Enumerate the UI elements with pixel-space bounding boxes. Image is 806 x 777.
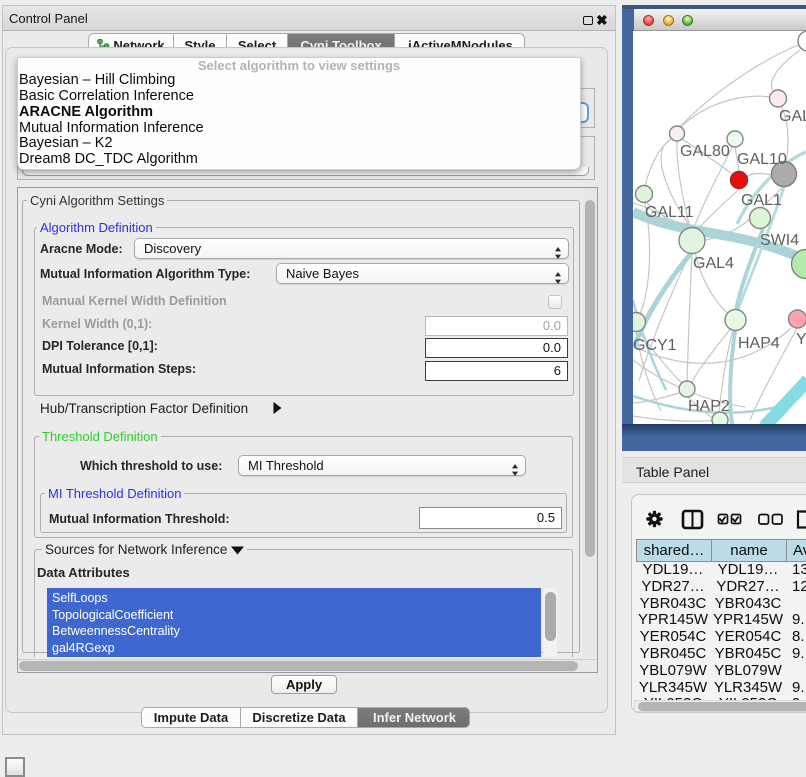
svg-text:GAL1: GAL1 [741, 192, 782, 209]
svg-text:GAL80: GAL80 [680, 143, 730, 160]
svg-text:GAL: GAL [779, 108, 806, 125]
svg-text:HAP4: HAP4 [738, 335, 780, 352]
svg-text:GCY1: GCY1 [633, 337, 677, 354]
svg-text:HAP2: HAP2 [688, 398, 730, 415]
svg-text:GAL10: GAL10 [737, 151, 787, 168]
svg-text:GAL4: GAL4 [693, 255, 734, 272]
svg-text:Y: Y [796, 331, 806, 348]
svg-text:GAL11: GAL11 [645, 204, 694, 221]
svg-text:SWI4: SWI4 [760, 232, 799, 249]
